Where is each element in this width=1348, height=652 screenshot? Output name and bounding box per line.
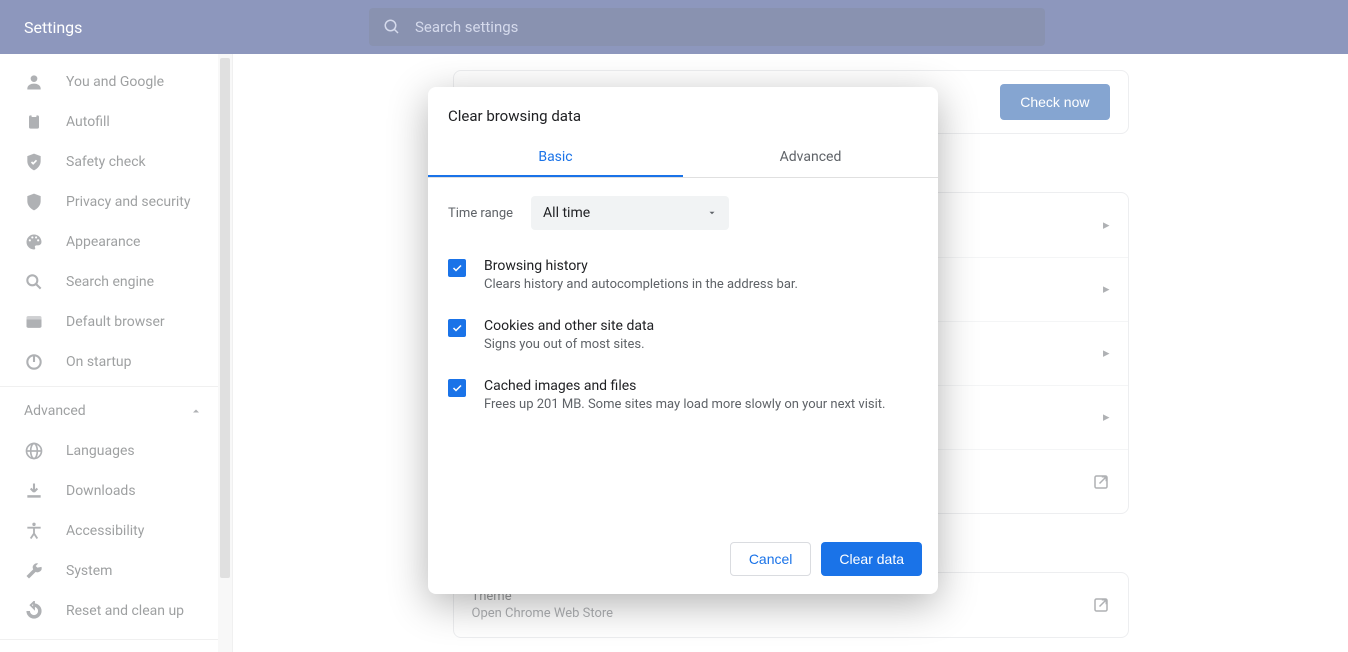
sidebar-scrollbar[interactable] (218, 54, 232, 652)
person-icon (24, 72, 44, 92)
sidebar-item-accessibility[interactable]: Accessibility (0, 511, 232, 551)
sidebar-advanced-toggle[interactable]: Advanced (0, 391, 232, 431)
sidebar-item-label: Languages (66, 443, 135, 459)
checkbox[interactable] (448, 379, 466, 397)
tab-basic[interactable]: Basic (428, 139, 683, 177)
tab-advanced[interactable]: Advanced (683, 139, 938, 177)
option-cookies[interactable]: Cookies and other site data Signs you ou… (448, 308, 918, 368)
option-cached[interactable]: Cached images and files Frees up 201 MB.… (448, 368, 918, 428)
search-placeholder: Search settings (415, 18, 518, 36)
chevron-right-icon: ▸ (1103, 282, 1110, 297)
option-title: Cached images and files (484, 378, 885, 394)
option-subtitle: Signs you out of most sites. (484, 337, 654, 352)
chevron-up-icon (190, 405, 202, 417)
time-range-value: All time (543, 205, 590, 221)
time-range-label: Time range (448, 206, 513, 221)
clipboard-icon (24, 112, 44, 132)
sidebar-item-languages[interactable]: Languages (0, 431, 232, 471)
sidebar-item-label: Default browser (66, 314, 165, 330)
sidebar-item-downloads[interactable]: Downloads (0, 471, 232, 511)
sidebar-item-privacy[interactable]: Privacy and security (0, 182, 232, 222)
chevron-right-icon: ▸ (1103, 346, 1110, 361)
palette-icon (24, 232, 44, 252)
search-input[interactable]: Search settings (369, 8, 1045, 46)
option-title: Browsing history (484, 258, 798, 274)
cancel-button[interactable]: Cancel (730, 542, 812, 576)
shield-check-icon (24, 152, 44, 172)
sidebar-item-label: Privacy and security (66, 194, 190, 210)
wrench-icon (24, 561, 44, 581)
restore-icon (24, 601, 44, 621)
sidebar-item-label: System (66, 563, 112, 579)
download-icon (24, 481, 44, 501)
time-range-select[interactable]: All time (531, 196, 729, 230)
chevron-right-icon: ▸ (1103, 218, 1110, 233)
sidebar-item-label: Accessibility (66, 523, 144, 539)
sidebar-item-label: Reset and clean up (66, 603, 184, 619)
sidebar-item-label: Downloads (66, 483, 136, 499)
scrollbar-thumb[interactable] (220, 58, 230, 578)
page-title: Settings (0, 18, 369, 37)
clear-browsing-data-dialog: Clear browsing data Basic Advanced Time … (428, 87, 938, 594)
check-now-button[interactable]: Check now (1000, 84, 1109, 120)
clear-data-button[interactable]: Clear data (821, 542, 922, 576)
dropdown-arrow-icon (707, 208, 717, 218)
sidebar-item-reset[interactable]: Reset and clean up (0, 591, 232, 631)
globe-icon (24, 441, 44, 461)
sidebar: You and Google Autofill Safety check Pri… (0, 54, 233, 652)
sidebar-item-label: Safety check (66, 154, 146, 170)
checkbox[interactable] (448, 319, 466, 337)
sidebar-item-label: Appearance (66, 234, 140, 250)
dialog-title: Clear browsing data (428, 87, 938, 139)
browser-icon (24, 312, 44, 332)
option-subtitle: Clears history and autocompletions in th… (484, 277, 798, 292)
sidebar-item-appearance[interactable]: Appearance (0, 222, 232, 262)
top-bar: Settings Search settings (0, 0, 1348, 54)
sidebar-item-on-startup[interactable]: On startup (0, 342, 232, 382)
sidebar-item-system[interactable]: System (0, 551, 232, 591)
separator (0, 639, 232, 640)
sidebar-item-autofill[interactable]: Autofill (0, 102, 232, 142)
open-external-icon (1092, 596, 1110, 614)
shield-icon (24, 192, 44, 212)
sidebar-item-label: You and Google (66, 74, 164, 90)
checkbox[interactable] (448, 259, 466, 277)
chevron-right-icon: ▸ (1103, 410, 1110, 425)
option-browsing-history[interactable]: Browsing history Clears history and auto… (448, 248, 918, 308)
accessibility-icon (24, 521, 44, 541)
separator (0, 386, 232, 387)
dialog-tabs: Basic Advanced (428, 139, 938, 178)
sidebar-item-you-and-google[interactable]: You and Google (0, 62, 232, 102)
advanced-label: Advanced (24, 403, 86, 419)
sidebar-item-default-browser[interactable]: Default browser (0, 302, 232, 342)
search-icon (383, 18, 401, 36)
search-icon (24, 272, 44, 292)
power-icon (24, 352, 44, 372)
open-external-icon (1092, 473, 1110, 491)
option-title: Cookies and other site data (484, 318, 654, 334)
sidebar-item-label: On startup (66, 354, 132, 370)
sidebar-item-safety-check[interactable]: Safety check (0, 142, 232, 182)
sidebar-item-label: Autofill (66, 114, 110, 130)
sidebar-item-label: Search engine (66, 274, 154, 290)
sidebar-item-search-engine[interactable]: Search engine (0, 262, 232, 302)
row-subtitle: Open Chrome Web Store (472, 606, 1092, 621)
option-subtitle: Frees up 201 MB. Some sites may load mor… (484, 397, 885, 412)
